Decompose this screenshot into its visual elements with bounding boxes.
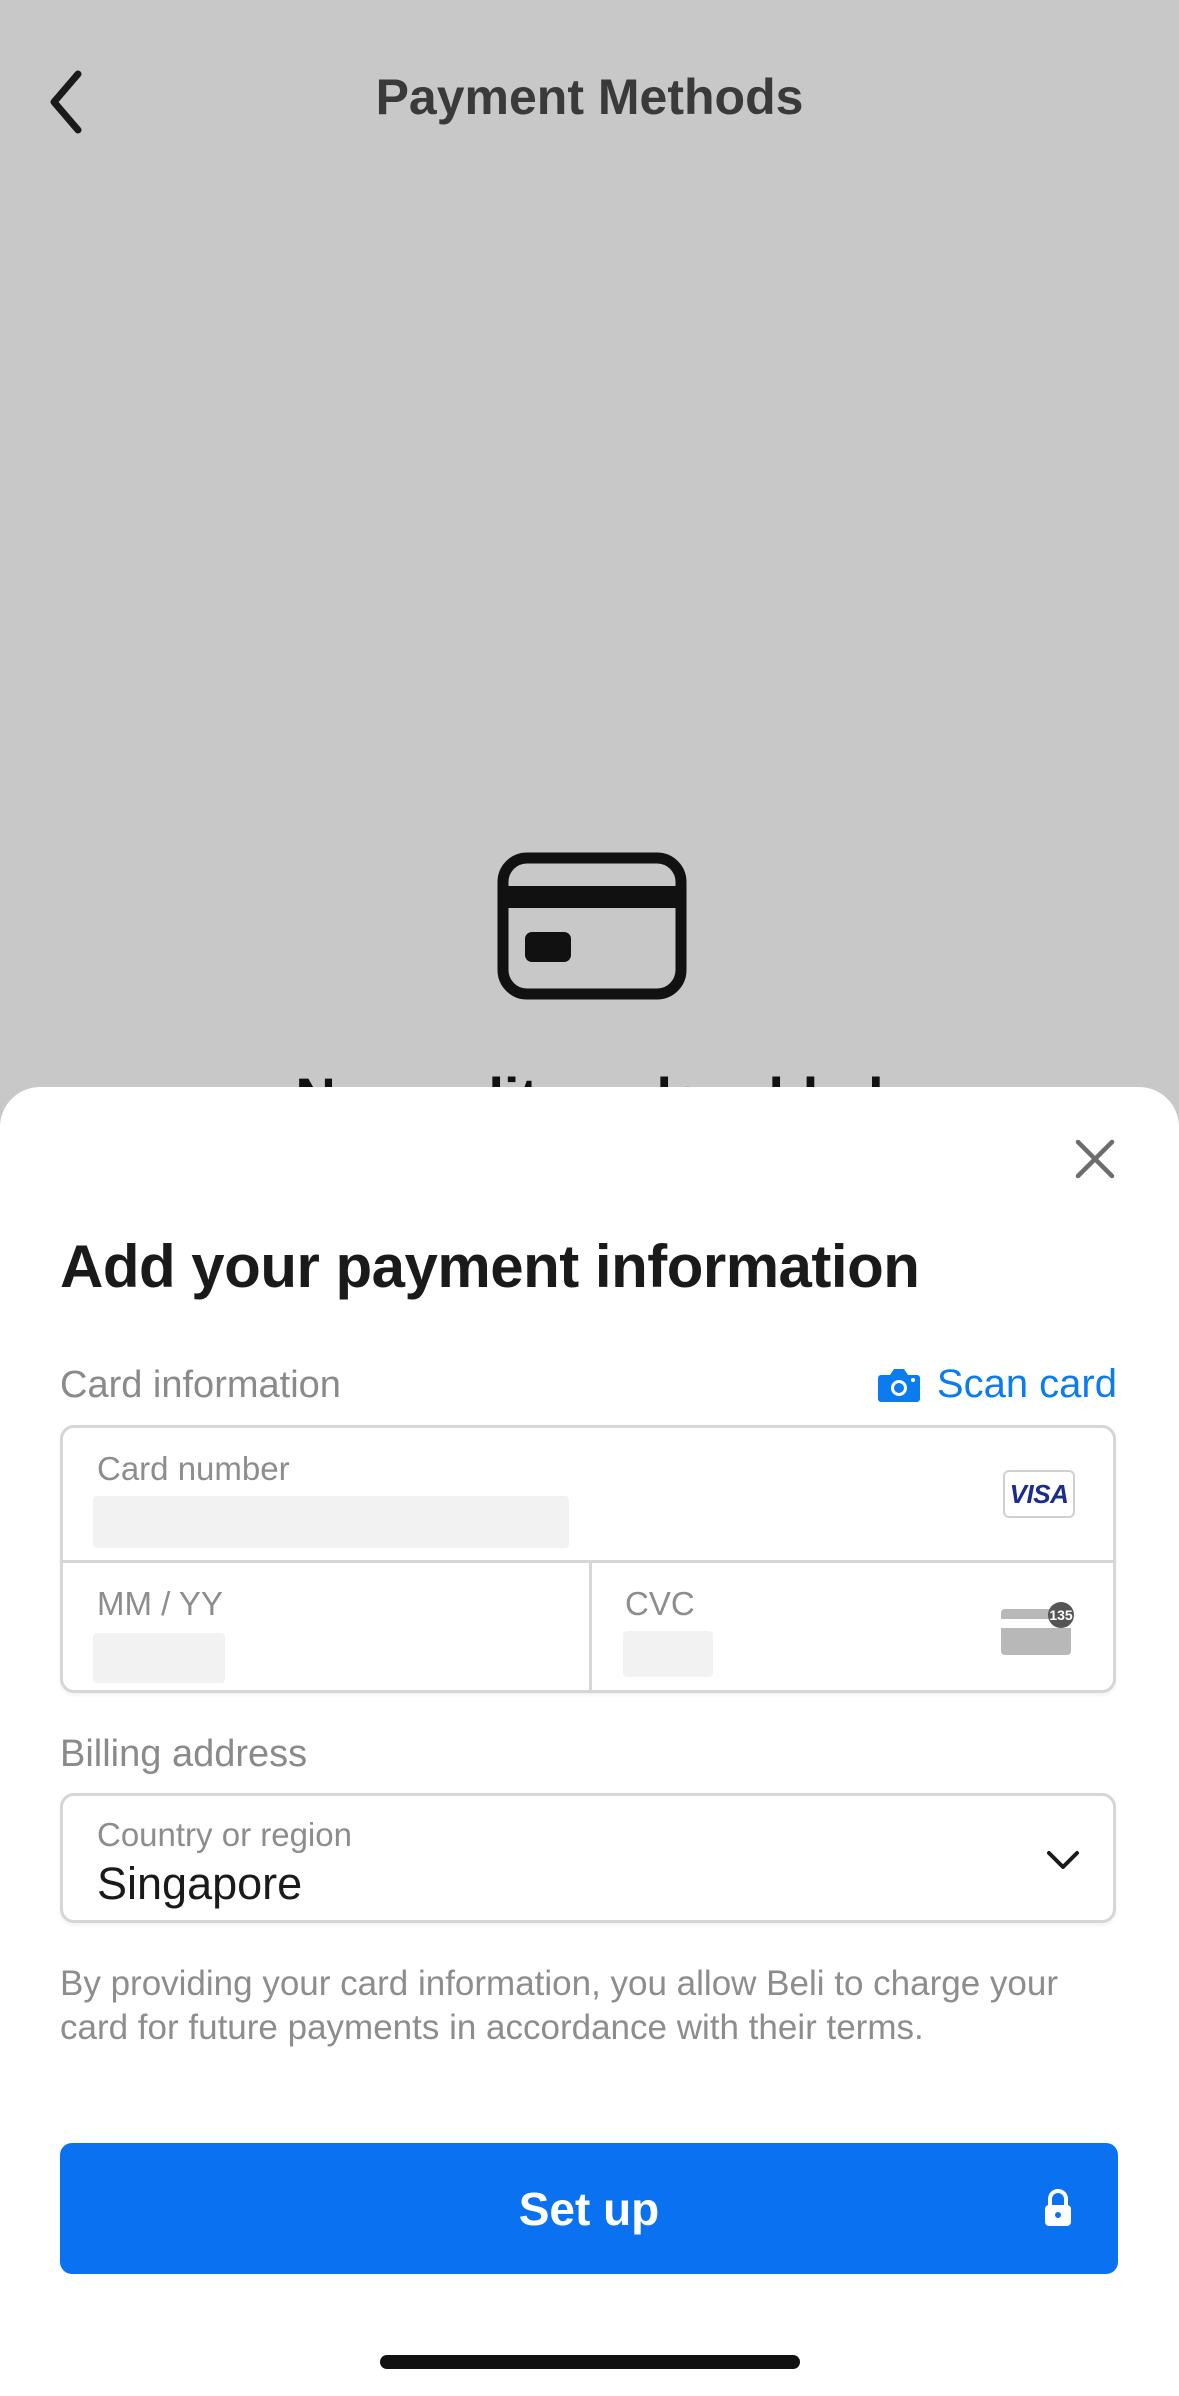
home-indicator: [380, 2355, 800, 2369]
billing-address-label: Billing address: [60, 1733, 308, 1775]
card-input-group: Card number VISA MM / YY CVC 135: [60, 1425, 1116, 1693]
setup-button-label: Set up: [518, 2182, 660, 2235]
expiry-label: MM / YY: [97, 1585, 223, 1622]
card-information-label: Card information: [60, 1364, 341, 1406]
card-number-input[interactable]: [93, 1496, 569, 1548]
sheet-title: Add your payment information: [60, 1233, 920, 1300]
visa-icon: VISA: [1003, 1470, 1075, 1518]
lock-icon: [1045, 2189, 1071, 2226]
expiry-input[interactable]: [93, 1633, 225, 1683]
cvc-label: CVC: [625, 1585, 695, 1622]
legal-text: By providing your card information, you …: [60, 1964, 1058, 2047]
scan-card-button[interactable]: Scan card: [877, 1362, 1117, 1407]
cvc-badge-text: 135: [1049, 1607, 1073, 1623]
credit-card-icon: [497, 852, 687, 1000]
scan-card-label: Scan card: [936, 1362, 1117, 1406]
card-row-divider: [63, 1560, 1113, 1563]
cvc-input[interactable]: [623, 1631, 713, 1677]
chevron-down-icon: [1047, 1851, 1079, 1869]
card-col-divider: [589, 1560, 592, 1693]
camera-icon: [877, 1368, 920, 1402]
country-select[interactable]: Country or region Singapore: [60, 1793, 1116, 1923]
country-value: Singapore: [97, 1858, 303, 1909]
country-label: Country or region: [97, 1816, 352, 1853]
page-title: Payment Methods: [375, 69, 804, 125]
setup-button[interactable]: Set up: [60, 2143, 1118, 2274]
close-button[interactable]: [1068, 1132, 1122, 1186]
cvc-card-icon: 135: [1001, 1602, 1074, 1655]
card-number-label: Card number: [97, 1450, 290, 1487]
close-icon: [1075, 1139, 1115, 1179]
